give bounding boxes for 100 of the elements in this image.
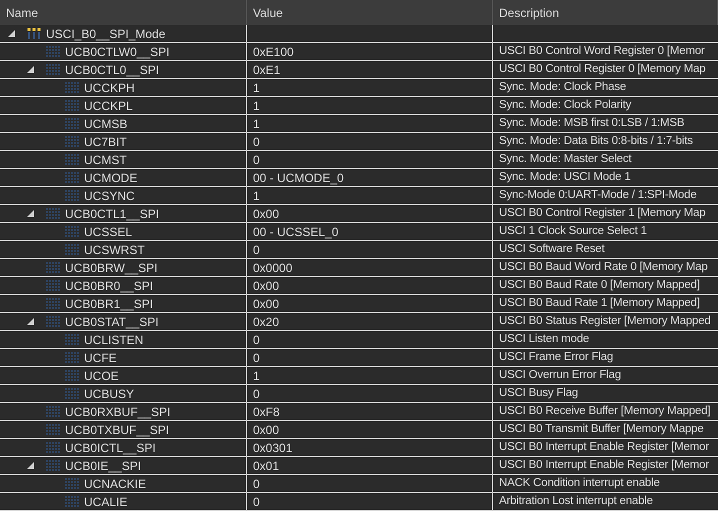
name-cell-text: UCB0TXBUF__SPI bbox=[65, 422, 170, 438]
value-cell: 00 - UCMODE_0 bbox=[247, 169, 493, 187]
expanded-icon[interactable] bbox=[27, 210, 34, 217]
expanded-icon[interactable] bbox=[8, 30, 15, 37]
register-icon bbox=[46, 424, 60, 435]
group-icon bbox=[27, 28, 41, 39]
description-cell: USCI B0 Interrupt Enable Register [Memor bbox=[493, 439, 718, 457]
value-cell: 0xE100 bbox=[247, 43, 493, 61]
value-cell: 1 bbox=[247, 187, 493, 205]
value-cell: 0 bbox=[247, 349, 493, 367]
register-icon bbox=[46, 280, 60, 291]
expanded-icon[interactable] bbox=[27, 318, 34, 325]
column-header[interactable]: Value bbox=[247, 0, 493, 25]
name-cell-text: UCSYNC bbox=[84, 188, 135, 204]
value-cell: 0 bbox=[247, 331, 493, 349]
value-cell: 0x0301 bbox=[247, 439, 493, 457]
name-cell-text: UC7BIT bbox=[84, 134, 127, 150]
value-cell: 0x0000 bbox=[247, 259, 493, 277]
value-cell: 0x00 bbox=[247, 277, 493, 295]
name-cell-text: UCB0CTL1__SPI bbox=[65, 206, 160, 222]
register-icon bbox=[46, 460, 60, 471]
register-icon bbox=[65, 118, 79, 129]
register-icon bbox=[65, 370, 79, 381]
description-cell: USCI B0 Baud Word Rate 0 [Memory Map bbox=[493, 259, 718, 277]
value-cell: 0x20 bbox=[247, 313, 493, 331]
register-icon bbox=[65, 478, 79, 489]
name-cell-text: UCB0BRW__SPI bbox=[65, 260, 158, 276]
description-cell: USCI B0 Control Register 0 [Memory Map bbox=[493, 61, 718, 79]
register-icon bbox=[65, 100, 79, 111]
description-cell: USCI Overrun Error Flag bbox=[493, 367, 718, 385]
name-cell-text: UCB0IE__SPI bbox=[65, 458, 142, 474]
name-cell-text: UCALIE bbox=[84, 494, 128, 510]
register-icon bbox=[46, 64, 60, 75]
name-cell-text: USCI_B0__SPI_Mode bbox=[46, 26, 166, 42]
value-cell: 1 bbox=[247, 115, 493, 133]
name-cell-text: UCMSB bbox=[84, 116, 128, 132]
register-icon bbox=[46, 208, 60, 219]
register-icon bbox=[46, 316, 60, 327]
value-cell: 0 bbox=[247, 385, 493, 403]
value-cell: 0xF8 bbox=[247, 403, 493, 421]
register-icon bbox=[65, 190, 79, 201]
description-cell: USCI Frame Error Flag bbox=[493, 349, 718, 367]
name-cell-text: UCB0STAT__SPI bbox=[65, 314, 159, 330]
description-cell: USCI Busy Flag bbox=[493, 385, 718, 403]
description-cell: Sync. Mode: Data Bits 0:8-bits / 1:7-bits bbox=[493, 133, 718, 151]
value-cell: 1 bbox=[247, 97, 493, 115]
description-cell: USCI B0 Receive Buffer [Memory Mapped] bbox=[493, 403, 718, 421]
expanded-icon[interactable] bbox=[27, 462, 34, 469]
description-cell: USCI Software Reset bbox=[493, 241, 718, 259]
value-cell: 1 bbox=[247, 79, 493, 97]
name-cell-text: UCFE bbox=[84, 350, 117, 366]
register-icon bbox=[46, 298, 60, 309]
value-cell: 1 bbox=[247, 367, 493, 385]
description-cell: Sync. Mode: Master Select bbox=[493, 151, 718, 169]
register-icon bbox=[65, 352, 79, 363]
value-cell: 0 bbox=[247, 151, 493, 169]
description-cell: USCI B0 Status Register [Memory Mapped bbox=[493, 313, 718, 331]
name-cell-text: UCCKPL bbox=[84, 98, 133, 114]
value-cell: 0x00 bbox=[247, 295, 493, 313]
column-header[interactable]: Name bbox=[0, 0, 247, 25]
description-cell: Sync. Mode: USCI Mode 1 bbox=[493, 169, 718, 187]
register-icon bbox=[65, 226, 79, 237]
name-cell-text: UCMODE bbox=[84, 170, 138, 186]
value-cell: 00 - UCSSEL_0 bbox=[247, 223, 493, 241]
description-cell: USCI B0 Interrupt Enable Register [Memor bbox=[493, 457, 718, 475]
value-cell: 0 bbox=[247, 133, 493, 151]
name-cell-text: UCB0ICTL__SPI bbox=[65, 440, 156, 456]
value-cell: 0 bbox=[247, 475, 493, 493]
value-cell: 0 bbox=[247, 493, 493, 511]
register-icon bbox=[65, 244, 79, 255]
description-cell: Sync. Mode: MSB first 0:LSB / 1:MSB bbox=[493, 115, 718, 133]
register-icon bbox=[46, 442, 60, 453]
description-cell: USCI B0 Baud Rate 0 [Memory Mapped] bbox=[493, 277, 718, 295]
name-cell-text: UCBUSY bbox=[84, 386, 134, 402]
register-icon bbox=[65, 496, 79, 507]
name-cell-text: UCNACKIE bbox=[84, 476, 146, 492]
name-cell-text: UCB0CTLW0__SPI bbox=[65, 44, 170, 60]
value-cell: 0 bbox=[247, 241, 493, 259]
name-cell-text: UCCKPH bbox=[84, 80, 135, 96]
description-cell: USCI B0 Transmit Buffer [Memory Mappe bbox=[493, 421, 718, 439]
value-cell: 0x00 bbox=[247, 205, 493, 223]
name-cell-text: UCB0BR1__SPI bbox=[65, 296, 154, 312]
register-icon bbox=[65, 82, 79, 93]
description-cell: Arbitration Lost interrupt enable bbox=[493, 493, 718, 511]
description-cell: USCI B0 Baud Rate 1 [Memory Mapped] bbox=[493, 295, 718, 313]
description-cell: USCI B0 Control Word Register 0 [Memor bbox=[493, 43, 718, 61]
name-cell-text: UCSWRST bbox=[84, 242, 145, 258]
register-icon bbox=[65, 154, 79, 165]
value-cell: 0x01 bbox=[247, 457, 493, 475]
register-icon bbox=[46, 262, 60, 273]
value-cell: 0xE1 bbox=[247, 61, 493, 79]
expanded-icon[interactable] bbox=[27, 66, 34, 73]
description-cell: Sync. Mode: Clock Polarity bbox=[493, 97, 718, 115]
description-cell: NACK Condition interrupt enable bbox=[493, 475, 718, 493]
register-icon bbox=[46, 406, 60, 417]
name-cell-text: UCLISTEN bbox=[84, 332, 144, 348]
name-cell-text: UCSSEL bbox=[84, 224, 132, 240]
register-icon bbox=[65, 136, 79, 147]
column-header[interactable]: Description bbox=[493, 0, 718, 25]
name-cell-text: UCOE bbox=[84, 368, 119, 384]
